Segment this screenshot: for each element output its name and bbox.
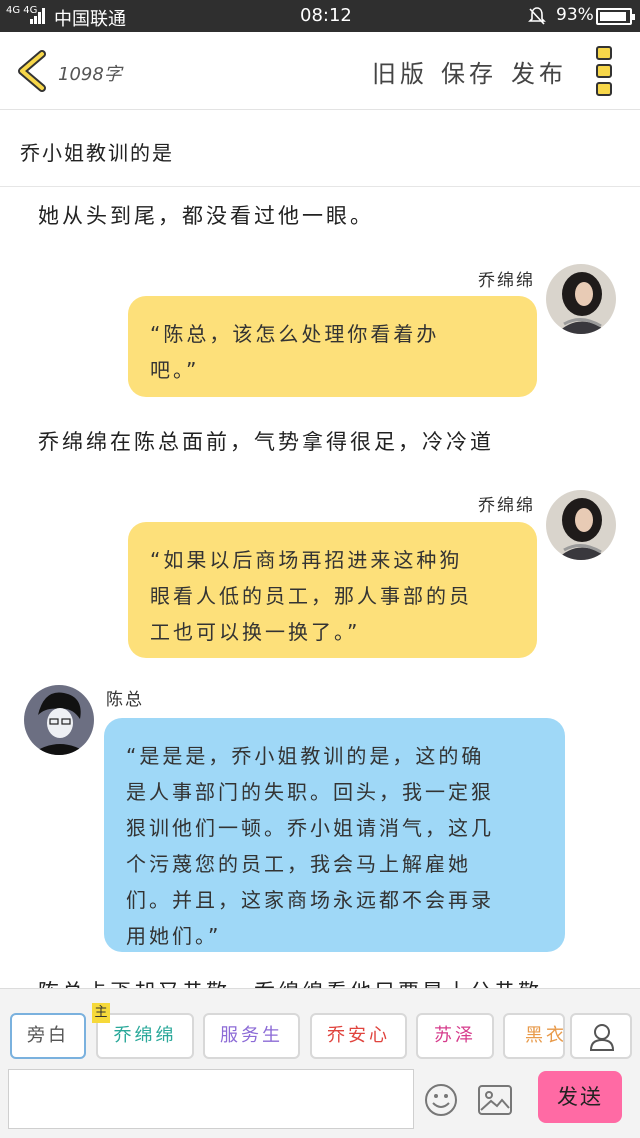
chapter-title: 乔小姐教训的是 (20, 141, 174, 165)
signal-icon (30, 8, 46, 24)
status-bar: 4G 4G 中国联通 08:12 93% (0, 0, 640, 32)
chapter-title-bar[interactable]: 乔小姐教训的是 (0, 111, 640, 187)
bubble-line: 用她们。” (126, 924, 222, 948)
editor-toolbar: 1098字 旧版 保存 发布 (0, 32, 640, 110)
speaker-name: 乔绵绵 (478, 271, 535, 291)
character-chip-waiter[interactable]: 服务生 (203, 1013, 300, 1059)
send-button[interactable]: 发送 (538, 1071, 622, 1123)
bubble-line: 狠训他们一顿。乔小姐请消气，这几 (126, 816, 494, 840)
bubble-line: 眼看人低的员工，那人事部的员 (150, 584, 472, 608)
speaker-name: 乔绵绵 (478, 496, 535, 516)
avatar-qiao-mianmian[interactable] (546, 490, 616, 560)
more-menu-icon[interactable] (594, 46, 614, 96)
battery-percent: 93% (556, 5, 594, 25)
speech-bubble[interactable]: “如果以后商场再招进来这种狗 眼看人低的员工，那人事部的员 工也可以换一换了。” (128, 522, 537, 658)
clock: 08:12 (300, 5, 352, 26)
bubble-line: “是是是，乔小姐教训的是，这的确 (126, 744, 485, 768)
bubble-line: 个污蔑您的员工，我会马上解雇她 (126, 852, 471, 876)
emoji-icon[interactable] (424, 1083, 458, 1117)
bubble-line: 吧。” (150, 358, 200, 382)
add-character-button[interactable] (570, 1013, 632, 1059)
carrier-name: 中国联通 (54, 9, 126, 30)
narration-line[interactable]: 陈总忐忑却又恭敬，乔绵绵看他只要是十分恭敬 (38, 976, 542, 988)
character-chip-narrator[interactable]: 旁白 (10, 1013, 86, 1059)
publish-button[interactable]: 发布 (511, 54, 567, 89)
bubble-line: “如果以后商场再招进来这种狗 (150, 548, 463, 572)
narration-line[interactable]: 她从头到尾，都没看过他一眼。 (38, 200, 374, 230)
avatar-qiao-mianmian[interactable] (546, 264, 616, 334)
composer-bar: 旁白 乔绵绵 主 服务生 乔安心 苏泽 黑衣人 发送 (0, 988, 640, 1138)
character-chip-su-ze[interactable]: 苏泽 (416, 1013, 494, 1059)
mute-bell-icon (528, 7, 546, 25)
old-version-button[interactable]: 旧版 (372, 54, 428, 89)
user-icon (589, 1024, 615, 1051)
narration-line[interactable]: 乔绵绵在陈总面前，气势拿得很足，冷冷道 (38, 426, 494, 456)
speaker-name: 陈总 (106, 690, 144, 710)
avatar-chen-zong[interactable] (24, 685, 94, 755)
message-input[interactable] (8, 1069, 414, 1129)
speech-bubble[interactable]: “是是是，乔小姐教训的是，这的确 是人事部门的失职。回头，我一定狠 狠训他们一顿… (104, 718, 565, 952)
back-chevron-icon[interactable] (14, 50, 50, 92)
battery-icon (596, 8, 635, 25)
image-icon[interactable] (478, 1085, 512, 1115)
main-character-badge: 主 (92, 1003, 110, 1023)
bubble-line: 是人事部门的失职。回头，我一定狠 (126, 780, 494, 804)
bubble-line: 们。并且，这家商场永远都不会再录 (126, 888, 494, 912)
bubble-line: “陈总，该怎么处理你看着办 (150, 322, 440, 346)
save-button[interactable]: 保存 (441, 54, 497, 89)
character-chip-black-clothes[interactable]: 黑衣人 (503, 1013, 565, 1059)
character-chip-qiao-anxin[interactable]: 乔安心 (310, 1013, 407, 1059)
character-chip-qiao-mianmian[interactable]: 乔绵绵 (96, 1013, 194, 1059)
bubble-line: 工也可以换一换了。” (150, 620, 361, 644)
speech-bubble[interactable]: “陈总，该怎么处理你看着办 吧。” (128, 296, 537, 397)
word-count: 1098字 (58, 64, 122, 85)
story-content: 她从头到尾，都没看过他一眼。 乔绵绵 “陈总，该怎么处理你看着办 吧。” 乔绵绵… (0, 188, 640, 988)
